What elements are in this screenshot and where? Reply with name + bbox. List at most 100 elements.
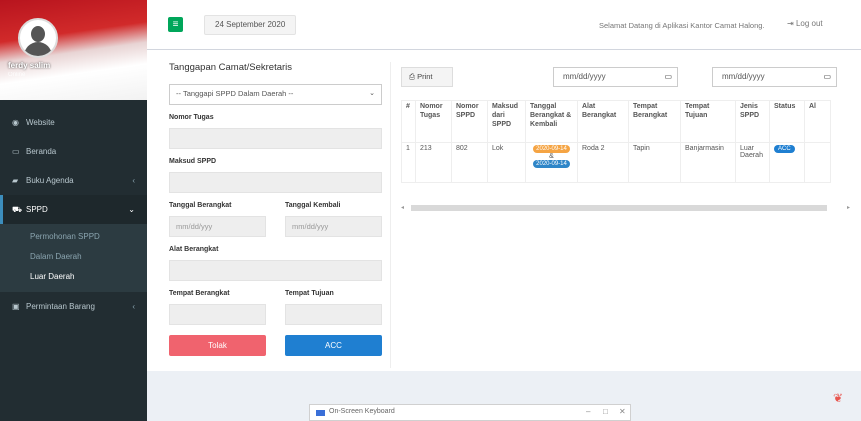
sidebar-nav: ◉ Website ▭ Beranda ▰ Buku Agenda ‹ ⛟ SP… xyxy=(0,108,147,321)
sidebar-item-sppd[interactable]: ⛟ SPPD ⌄ xyxy=(0,195,147,224)
cell-tempat-berangkat: Tapin xyxy=(628,142,681,183)
sppd-submenu: Permohonan SPPD Dalam Daerah Luar Daerah xyxy=(0,224,147,292)
submenu-item-luar-daerah[interactable]: Luar Daerah xyxy=(0,266,147,286)
tempat-berangkat-label: Tempat Berangkat xyxy=(169,290,230,297)
return-date-badge: 2020-09-14 xyxy=(533,160,570,168)
sidebar: ferdy salim Online ◉ Website ▭ Beranda ▰… xyxy=(0,0,147,421)
nomor-tugas-field[interactable] xyxy=(169,128,382,149)
app-root: ferdy salim Online ◉ Website ▭ Beranda ▰… xyxy=(0,0,861,421)
sidebar-item-label: Website xyxy=(26,118,55,127)
chevron-down-icon: ⌄ xyxy=(369,90,375,97)
column-header[interactable]: Tempat Berangkat xyxy=(628,100,681,143)
calendar-icon[interactable]: ▭ xyxy=(664,68,672,86)
close-button[interactable]: ✕ xyxy=(619,407,626,416)
on-screen-keyboard-window[interactable]: On-Screen Keyboard – □ ✕ xyxy=(309,404,631,421)
date-to-input[interactable]: mm/dd/yyyy ▭ xyxy=(712,67,837,87)
date-to-value: mm/dd/yyyy xyxy=(722,72,765,81)
book-icon: ▰ xyxy=(12,176,19,185)
tanggal-berangkat-field[interactable]: mm/dd/yyy xyxy=(169,216,266,237)
panel-divider xyxy=(390,62,391,368)
sidebar-item-label: Beranda xyxy=(26,147,57,156)
cell-no: 1 xyxy=(401,142,416,183)
maksud-sppd-label: Maksud SPPD xyxy=(169,158,217,165)
sppd-table-panel: ⎙ Print mm/dd/yyyy ▭ mm/dd/yyyy ▭ # Nomo… xyxy=(401,64,861,354)
box-icon: ▣ xyxy=(12,302,20,311)
logout-icon: ⇥ xyxy=(787,19,794,28)
user-name: ferdy salim xyxy=(8,61,51,70)
table-row[interactable]: 1 213 802 Lok 2020-09-14 & 2020-09-14 Ro… xyxy=(401,142,831,183)
scrollbar-thumb[interactable] xyxy=(411,205,827,211)
sidebar-item-beranda[interactable]: ▭ Beranda xyxy=(0,137,147,166)
column-header[interactable]: Maksud dari SPPD xyxy=(487,100,526,143)
status-badge: ACC xyxy=(774,145,795,153)
menu-toggle-button[interactable]: ≡ xyxy=(168,17,183,32)
response-form: Tanggapan Camat/Sekretaris -- Tanggapi S… xyxy=(169,62,385,356)
column-header[interactable]: Al xyxy=(804,100,831,143)
cell-maksud: Lok xyxy=(487,142,526,183)
chevron-left-icon: ‹ xyxy=(132,176,135,185)
footer: On-Screen Keyboard – □ ✕ ❦ xyxy=(147,371,861,421)
column-header[interactable]: Tempat Tujuan xyxy=(680,100,736,143)
column-header[interactable]: # xyxy=(401,100,416,143)
column-header[interactable]: Status xyxy=(769,100,805,143)
user-status: Online xyxy=(8,72,26,78)
sidebar-item-permintaan-barang[interactable]: ▣ Permintaan Barang ‹ xyxy=(0,292,147,321)
sidebar-item-label: Permintaan Barang xyxy=(26,302,95,311)
date-separator: & xyxy=(549,153,554,160)
sidebar-item-website[interactable]: ◉ Website xyxy=(0,108,147,137)
print-label: Print xyxy=(417,72,433,81)
form-title: Tanggapan Camat/Sekretaris xyxy=(169,62,293,73)
minimize-button[interactable]: – xyxy=(586,407,590,416)
submenu-item-permohonan[interactable]: Permohonan SPPD xyxy=(0,226,147,246)
car-icon: ⛟ xyxy=(12,204,23,214)
column-header[interactable]: Nomor Tugas xyxy=(415,100,452,143)
column-header[interactable]: Alat Berangkat xyxy=(577,100,629,143)
nomor-tugas-label: Nomor Tugas xyxy=(169,114,214,121)
column-header[interactable]: Nomor SPPD xyxy=(451,100,488,143)
acc-button[interactable]: ACC xyxy=(285,335,382,356)
tempat-tujuan-field[interactable] xyxy=(285,304,382,325)
cell-extra xyxy=(804,142,831,183)
avatar xyxy=(18,18,58,58)
table-header-row: # Nomor Tugas Nomor SPPD Maksud dari SPP… xyxy=(401,100,831,143)
calendar-icon[interactable]: ▭ xyxy=(823,68,831,86)
print-button[interactable]: ⎙ Print xyxy=(401,67,453,87)
window-title: On-Screen Keyboard xyxy=(329,408,395,415)
tanggal-berangkat-label: Tanggal Berangkat xyxy=(169,202,232,209)
column-header[interactable]: Tanggal Berangkat & Kembali xyxy=(525,100,578,143)
logout-link[interactable]: ⇥ Log out xyxy=(787,19,823,28)
tolak-button[interactable]: Tolak xyxy=(169,335,266,356)
alat-berangkat-field[interactable] xyxy=(169,260,382,281)
horizontal-scrollbar[interactable]: ◂ ▸ xyxy=(401,204,854,212)
column-header[interactable]: Jenis SPPD xyxy=(735,100,770,143)
maximize-button[interactable]: □ xyxy=(603,407,608,416)
date-from-value: mm/dd/yyyy xyxy=(563,72,606,81)
tanggal-kembali-label: Tanggal Kembali xyxy=(285,202,341,209)
monitor-icon: ▭ xyxy=(12,147,20,156)
user-panel: ferdy salim Online xyxy=(0,0,147,100)
main-content: Tanggapan Camat/Sekretaris -- Tanggapi S… xyxy=(147,50,861,371)
chevron-left-icon: ‹ xyxy=(132,302,135,311)
sppd-select[interactable]: -- Tanggapi SPPD Dalam Daerah -- ⌄ xyxy=(169,84,382,105)
scroll-right-icon[interactable]: ▸ xyxy=(847,204,850,211)
logout-label: Log out xyxy=(795,19,823,28)
sppd-table: # Nomor Tugas Nomor SPPD Maksud dari SPP… xyxy=(401,100,831,183)
sidebar-item-label: Buku Agenda xyxy=(26,176,74,185)
sidebar-item-buku-agenda[interactable]: ▰ Buku Agenda ‹ xyxy=(0,166,147,195)
tempat-berangkat-field[interactable] xyxy=(169,304,266,325)
cell-status: ACC xyxy=(769,142,805,183)
dashboard-icon: ◉ xyxy=(12,118,19,127)
date-from-input[interactable]: mm/dd/yyyy ▭ xyxy=(553,67,678,87)
tanggal-kembali-field[interactable]: mm/dd/yyy xyxy=(285,216,382,237)
tempat-tujuan-label: Tempat Tujuan xyxy=(285,290,334,297)
topbar: ≡ 24 September 2020 Selamat Datang di Ap… xyxy=(147,0,861,50)
submenu-item-dalam-daerah[interactable]: Dalam Daerah xyxy=(0,246,147,266)
alat-berangkat-label: Alat Berangkat xyxy=(169,246,219,253)
cell-jenis: Luar Daerah xyxy=(735,142,770,183)
maksud-sppd-field[interactable] xyxy=(169,172,382,193)
sppd-select-value: -- Tanggapi SPPD Dalam Daerah -- xyxy=(176,89,294,98)
app-logo-icon: ❦ xyxy=(833,391,844,405)
cell-tempat-tujuan: Banjarmasin xyxy=(680,142,736,183)
welcome-text: Selamat Datang di Aplikasi Kantor Camat … xyxy=(599,21,765,30)
scroll-left-icon[interactable]: ◂ xyxy=(401,204,404,211)
